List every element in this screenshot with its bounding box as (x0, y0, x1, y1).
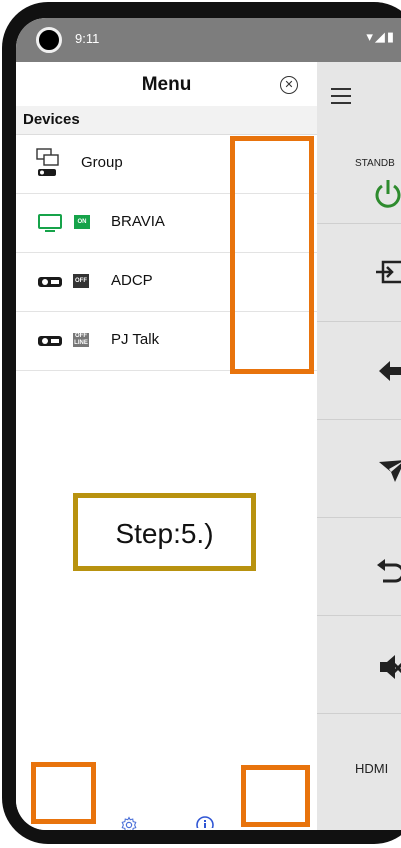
status-badge-off: OFF (73, 274, 89, 288)
front-camera (36, 27, 62, 53)
menu-title: Menu (141, 74, 192, 95)
highlight-box-bottom-left (31, 762, 96, 824)
status-time: 9:11 (75, 31, 100, 46)
status-bar: 9:11 ▾◢▮ (16, 18, 401, 62)
input-source-icon (376, 260, 401, 284)
close-icon[interactable]: ✕ (280, 76, 298, 94)
projector-icon (38, 336, 62, 346)
hdmi-label: HDMI (355, 761, 389, 776)
mute-icon (380, 655, 401, 679)
phone-screen: 9:11 ▾◢▮ Menu ✕ Devices Group ON BRAVIA (16, 18, 401, 830)
return-icon (377, 559, 401, 583)
hamburger-menu-icon[interactable] (331, 88, 351, 109)
device-label: BRAVIA (111, 213, 165, 230)
standby-button[interactable]: STANDB (317, 124, 401, 224)
device-label: PJ Talk (111, 331, 160, 348)
back-button[interactable] (317, 518, 401, 616)
menu-header: Menu ✕ (16, 62, 317, 106)
hdmi-button[interactable]: HDMI (317, 714, 401, 812)
mute-button[interactable] (317, 616, 401, 714)
send-icon (379, 460, 401, 482)
settings-gear-icon[interactable] (120, 816, 138, 830)
arrow-left-icon (379, 361, 401, 381)
device-label: Group (81, 154, 123, 171)
standby-label: STANDB (355, 158, 395, 169)
step-annotation: Step:5.) (73, 493, 256, 571)
power-icon (375, 180, 401, 208)
input-button[interactable] (317, 224, 401, 322)
device-label: ADCP (111, 272, 153, 289)
group-icon (36, 148, 59, 176)
tv-icon (38, 214, 62, 232)
status-badge-offline: OFF LINE (73, 333, 89, 347)
send-button[interactable] (317, 420, 401, 518)
step-text: Step:5.) (115, 518, 214, 549)
status-badge-on: ON (74, 215, 90, 229)
remote-panel: STANDB HDMI (317, 62, 401, 830)
projector-icon (38, 277, 62, 287)
highlight-box-top (230, 136, 314, 374)
status-icons: ▾◢▮ (366, 29, 396, 44)
highlight-box-bottom-right (241, 765, 310, 827)
devices-section-header: Devices (16, 106, 317, 135)
home-indicator[interactable] (156, 828, 282, 830)
left-button[interactable] (317, 322, 401, 420)
